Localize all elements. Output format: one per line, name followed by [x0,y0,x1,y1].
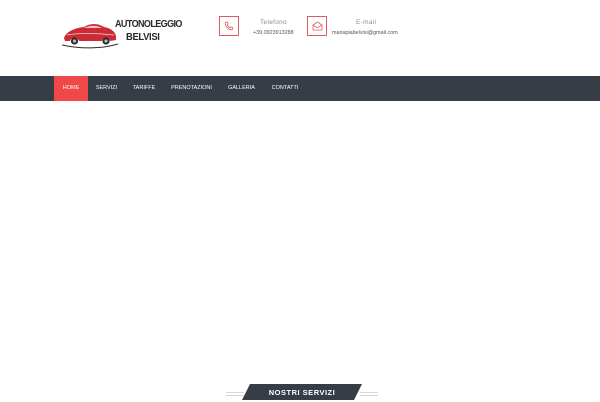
nav-item-galleria[interactable]: GALLERIA [220,76,263,101]
logo-text-line1: AUTONOLEGGIO [115,18,182,30]
phone-label: Telefono [260,19,287,26]
ribbon-rule-right-2 [360,395,378,396]
nav-item-contatti[interactable]: CONTATTI [263,76,307,101]
nav-item-prenotazioni[interactable]: PRENOTAZIONI [163,76,220,101]
section-title: NOSTRI SERVIZI [268,388,336,397]
section-heading: NOSTRI SERVIZI [242,384,362,400]
logo-text-line2: BELVISI [126,31,160,43]
email-label: E-mail [356,19,377,26]
email-value[interactable]: mariapiabelvisi@gmail.com [332,30,398,36]
nav-item-servizi[interactable]: SERVIZI [88,76,125,101]
site-logo[interactable]: AUTONOLEGGIO BELVISI [62,16,182,52]
email-icon-box[interactable] [307,16,327,36]
site-header: AUTONOLEGGIO BELVISI Telefono +39.092391… [0,0,600,76]
main-nav: HOME SERVIZI TARIFFE PRENOTAZIONI GALLER… [0,76,600,101]
nav-item-home[interactable]: HOME [54,76,88,101]
nav-item-tariffe[interactable]: TARIFFE [125,76,163,101]
car-logo-icon [62,24,118,49]
phone-value[interactable]: +39.0923913288 [253,30,294,36]
phone-icon [224,21,234,31]
envelope-icon [312,21,322,31]
ribbon-rule-right [360,392,378,393]
phone-icon-box[interactable] [219,16,239,36]
